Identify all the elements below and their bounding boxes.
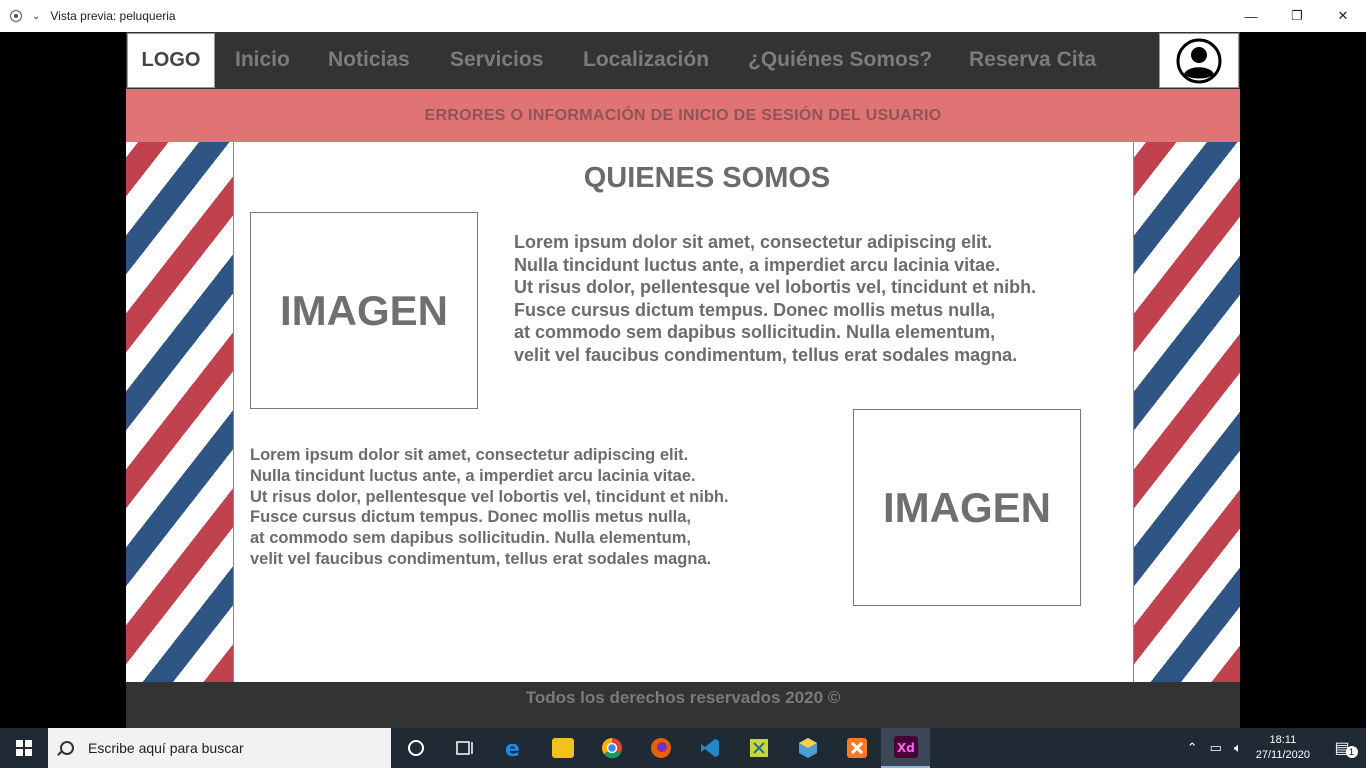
image-placeholder-2: IMAGEN bbox=[853, 409, 1081, 606]
nav-item-reserva-cita[interactable]: Reserva Cita bbox=[969, 48, 1096, 72]
top-nav: LOGO Inicio Noticias Servicios Localizac… bbox=[126, 32, 1240, 89]
firefox-icon[interactable] bbox=[636, 728, 685, 768]
paragraph-1: Lorem ipsum dolor sit amet, consectetur … bbox=[514, 232, 1037, 365]
volume-muted-icon[interactable]: 🔈︎ bbox=[1234, 740, 1242, 756]
restore-button[interactable]: ❐ bbox=[1274, 0, 1320, 32]
file-explorer-icon[interactable] bbox=[538, 728, 587, 768]
page-title: QUIENES SOMOS bbox=[583, 162, 831, 194]
paragraph-2: Lorem ipsum dolor sit amet, consectetur … bbox=[250, 446, 729, 568]
app-record-icon bbox=[10, 10, 22, 22]
virtualbox-icon[interactable] bbox=[783, 728, 832, 768]
taskbar-search[interactable]: Escribe aquí para buscar bbox=[48, 728, 391, 768]
chevron-up-icon[interactable]: ⌃ bbox=[1187, 740, 1198, 756]
close-button[interactable]: ✕ bbox=[1320, 0, 1366, 32]
app-preview: LOGO Inicio Noticias Servicios Localizac… bbox=[126, 32, 1240, 728]
cortana-icon[interactable] bbox=[391, 728, 440, 768]
clock-time: 18:11 bbox=[1269, 734, 1297, 746]
notification-count: 1 bbox=[1345, 746, 1358, 758]
minimize-button[interactable]: — bbox=[1228, 0, 1274, 32]
footer: Todos los derechos reservados 2020 © bbox=[126, 682, 1240, 728]
nav-item-servicios[interactable]: Servicios bbox=[450, 48, 543, 72]
chevron-down-icon[interactable]: ⌄ bbox=[32, 11, 40, 22]
search-placeholder: Escribe aquí para buscar bbox=[88, 740, 244, 756]
edge-icon[interactable]: e bbox=[489, 728, 538, 768]
task-view-icon[interactable] bbox=[440, 728, 489, 768]
user-avatar-icon bbox=[1176, 38, 1222, 83]
search-icon bbox=[60, 741, 74, 755]
user-account-button[interactable] bbox=[1159, 33, 1239, 88]
barber-stripes-right bbox=[1134, 142, 1240, 682]
taskbar: Escribe aquí para buscar e Xd ⌃ ▭ 🔈︎ 18:… bbox=[0, 728, 1366, 768]
image-placeholder-1: IMAGEN bbox=[250, 212, 478, 409]
vscode-icon[interactable] bbox=[685, 728, 734, 768]
nav-item-inicio[interactable]: Inicio bbox=[235, 48, 290, 72]
window-controls: — ❐ ✕ bbox=[1228, 0, 1366, 32]
login-info-banner: ERRORES O INFORMACIÓN DE INICIO DE SESIÓ… bbox=[126, 89, 1240, 142]
window-title: Vista previa: peluqueria bbox=[50, 9, 176, 23]
barber-stripes-left bbox=[126, 142, 234, 682]
svg-text:Xd: Xd bbox=[897, 741, 915, 755]
nav-item-noticias[interactable]: Noticias bbox=[328, 48, 410, 72]
logo[interactable]: LOGO bbox=[127, 33, 215, 88]
adobe-xd-icon[interactable]: Xd bbox=[881, 728, 930, 768]
system-tray: ⌃ ▭ 🔈︎ 18:11 27/11/2020 ▤ 1 bbox=[1181, 728, 1366, 768]
xampp-icon[interactable] bbox=[832, 728, 881, 768]
clock[interactable]: 18:11 27/11/2020 bbox=[1256, 733, 1310, 763]
app-icon[interactable] bbox=[734, 728, 783, 768]
notifications-button[interactable]: ▤ 1 bbox=[1326, 738, 1366, 758]
chrome-icon[interactable] bbox=[587, 728, 636, 768]
nav-item-localizacion[interactable]: Localización bbox=[583, 48, 709, 72]
nav-item-quienes-somos[interactable]: ¿Quiénes Somos? bbox=[748, 48, 932, 72]
start-button[interactable] bbox=[0, 728, 48, 768]
network-icon[interactable]: ▭ bbox=[1210, 740, 1222, 756]
window-titlebar: ⌄ Vista previa: peluqueria — ❐ ✕ bbox=[0, 0, 1366, 32]
svg-text:e: e bbox=[505, 737, 520, 759]
main-content: QUIENES SOMOS IMAGEN Lorem ipsum dolor s… bbox=[233, 142, 1134, 682]
windows-icon bbox=[16, 740, 32, 756]
clock-date: 27/11/2020 bbox=[1255, 749, 1310, 761]
